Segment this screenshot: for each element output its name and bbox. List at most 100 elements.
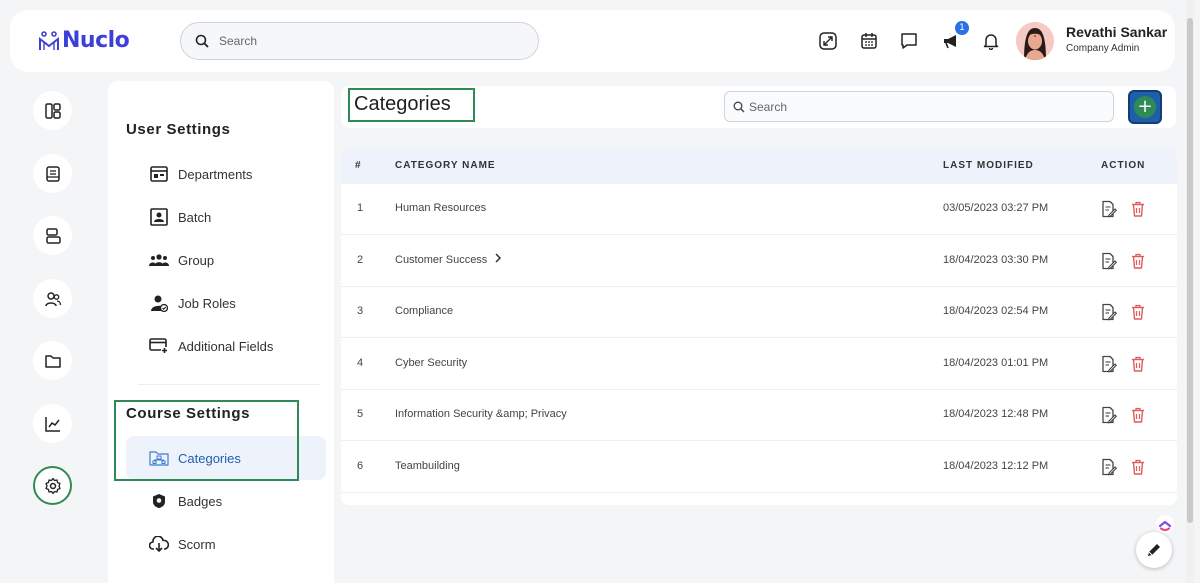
settings-item-additional-fields[interactable]: Additional Fields (148, 334, 273, 358)
gear-icon (44, 477, 61, 494)
delete-icon[interactable] (1129, 303, 1147, 321)
settings-item-label: Job Roles (178, 295, 236, 311)
rail-modules[interactable] (33, 216, 72, 255)
settings-item-label: Scorm (178, 536, 216, 552)
table-row[interactable]: 3 Compliance 18/04/2023 02:54 PM (341, 287, 1177, 338)
category-name[interactable]: Compliance (395, 305, 453, 317)
pen-icon (1148, 544, 1160, 556)
edit-icon[interactable] (1099, 252, 1118, 270)
edit-icon[interactable] (1099, 200, 1118, 218)
page-title: Categories (354, 93, 451, 115)
row-number: 5 (357, 408, 364, 420)
user-name[interactable]: Revathi Sankar (1066, 24, 1167, 40)
users-icon (44, 291, 61, 306)
course-settings-title: Course Settings (126, 405, 251, 422)
clickup-icon[interactable] (1155, 514, 1175, 534)
table-row[interactable]: 1 Human Resources 03/05/2023 03:27 PM (341, 184, 1177, 235)
col-header-action: ACTION (1101, 160, 1146, 171)
edit-icon[interactable] (1099, 406, 1118, 424)
settings-item-group[interactable]: Group (148, 248, 214, 272)
table-row[interactable]: 5 Information Security &amp; Privacy 18/04… (341, 390, 1177, 441)
edit-icon[interactable] (1099, 355, 1118, 373)
global-search[interactable] (180, 22, 539, 60)
delete-icon[interactable] (1129, 355, 1147, 373)
rail-dashboard[interactable] (33, 91, 72, 130)
category-name[interactable]: Customer Success (395, 254, 487, 266)
user-role: Company Admin (1066, 43, 1140, 54)
row-number: 1 (357, 202, 364, 214)
bell-icon[interactable] (979, 29, 1003, 53)
quick-action-button[interactable] (1136, 532, 1172, 568)
folder-icon (44, 354, 61, 368)
avatar[interactable] (1016, 22, 1054, 60)
settings-item-categories[interactable]: Categories (148, 446, 241, 470)
delete-icon[interactable] (1129, 252, 1147, 270)
expand-icon[interactable] (816, 29, 840, 53)
settings-item-scorm[interactable]: Scorm (148, 532, 216, 556)
settings-item-job-roles[interactable]: Job Roles (148, 291, 236, 315)
settings-item-label: Categories (178, 450, 241, 466)
notification-badge: 1 (955, 21, 969, 35)
logo[interactable]: Nuclo (38, 28, 130, 53)
category-name[interactable]: Cyber Security (395, 357, 467, 369)
settings-item-departments[interactable]: Departments (148, 162, 252, 186)
category-name[interactable]: Teambuilding (395, 460, 460, 472)
search-icon (733, 101, 745, 112)
divider (138, 384, 320, 385)
row-number: 3 (357, 305, 364, 317)
additional-fields-icon (149, 338, 168, 354)
rail-reports[interactable] (33, 404, 72, 443)
row-number: 2 (357, 253, 364, 266)
last-modified: 18/04/2023 02:54 PM (943, 305, 1049, 317)
global-search-input[interactable] (219, 34, 509, 48)
settings-item-batch[interactable]: Batch (148, 205, 211, 229)
table-row[interactable]: 2 Customer Success 18/04/2023 03:30 PM (341, 236, 1177, 287)
job-roles-icon (151, 295, 168, 312)
plus-icon: + (1134, 96, 1156, 118)
delete-icon[interactable] (1129, 406, 1147, 424)
table-row[interactable]: 4 Cyber Security 18/04/2023 01:01 PM (341, 339, 1177, 390)
announcement-icon[interactable]: 1 (939, 21, 969, 53)
scrollbar-thumb[interactable] (1187, 18, 1193, 523)
settings-item-label: Group (178, 252, 215, 268)
calendar-icon[interactable] (857, 29, 881, 53)
chart-icon (44, 416, 60, 432)
delete-icon[interactable] (1129, 458, 1147, 476)
last-modified: 18/04/2023 12:12 PM (943, 459, 1049, 472)
category-name[interactable]: Human Resources (395, 202, 486, 214)
settings-item-badges[interactable]: Badges (148, 489, 222, 513)
row-number: 4 (357, 356, 364, 369)
col-header-modified[interactable]: LAST MODIFIED (943, 160, 1034, 171)
delete-icon[interactable] (1129, 200, 1147, 218)
last-modified: 03/05/2023 03:27 PM (943, 202, 1049, 214)
rail-files[interactable] (33, 341, 72, 380)
chevron-right-icon[interactable] (494, 252, 502, 266)
dashboard-icon (44, 102, 61, 119)
rail-courses[interactable] (33, 154, 72, 193)
category-search[interactable] (724, 91, 1114, 122)
search-icon (195, 34, 209, 48)
user-settings-title: User Settings (126, 121, 231, 138)
logo-text: Nuclo (62, 28, 130, 53)
settings-item-label: Badges (178, 493, 223, 509)
category-name[interactable]: Information Security &amp; Privacy (395, 408, 567, 420)
rail-settings[interactable] (33, 466, 72, 505)
last-modified: 18/04/2023 01:01 PM (943, 356, 1049, 369)
col-header-name[interactable]: CATEGORY NAME (395, 160, 496, 171)
category-search-input[interactable] (749, 99, 1109, 114)
last-modified: 18/04/2023 03:30 PM (943, 253, 1049, 266)
settings-item-label: Batch (178, 209, 212, 225)
table-header: # CATEGORY NAME LAST MODIFIED ACTION (341, 147, 1177, 184)
table-row[interactable]: 6 Teambuilding 18/04/2023 12:12 PM (341, 442, 1177, 493)
categories-table: # CATEGORY NAME LAST MODIFIED ACTION 1 Hu… (341, 147, 1177, 505)
group-icon (149, 254, 169, 266)
edit-icon[interactable] (1099, 458, 1118, 476)
categories-icon (149, 451, 169, 466)
badge-icon (153, 494, 165, 508)
chat-icon[interactable] (897, 29, 921, 53)
rail-users[interactable] (33, 279, 72, 318)
add-category-button[interactable]: + (1128, 90, 1162, 124)
departments-icon (150, 166, 168, 182)
edit-icon[interactable] (1099, 303, 1118, 321)
settings-item-label: Additional Fields (178, 338, 274, 354)
